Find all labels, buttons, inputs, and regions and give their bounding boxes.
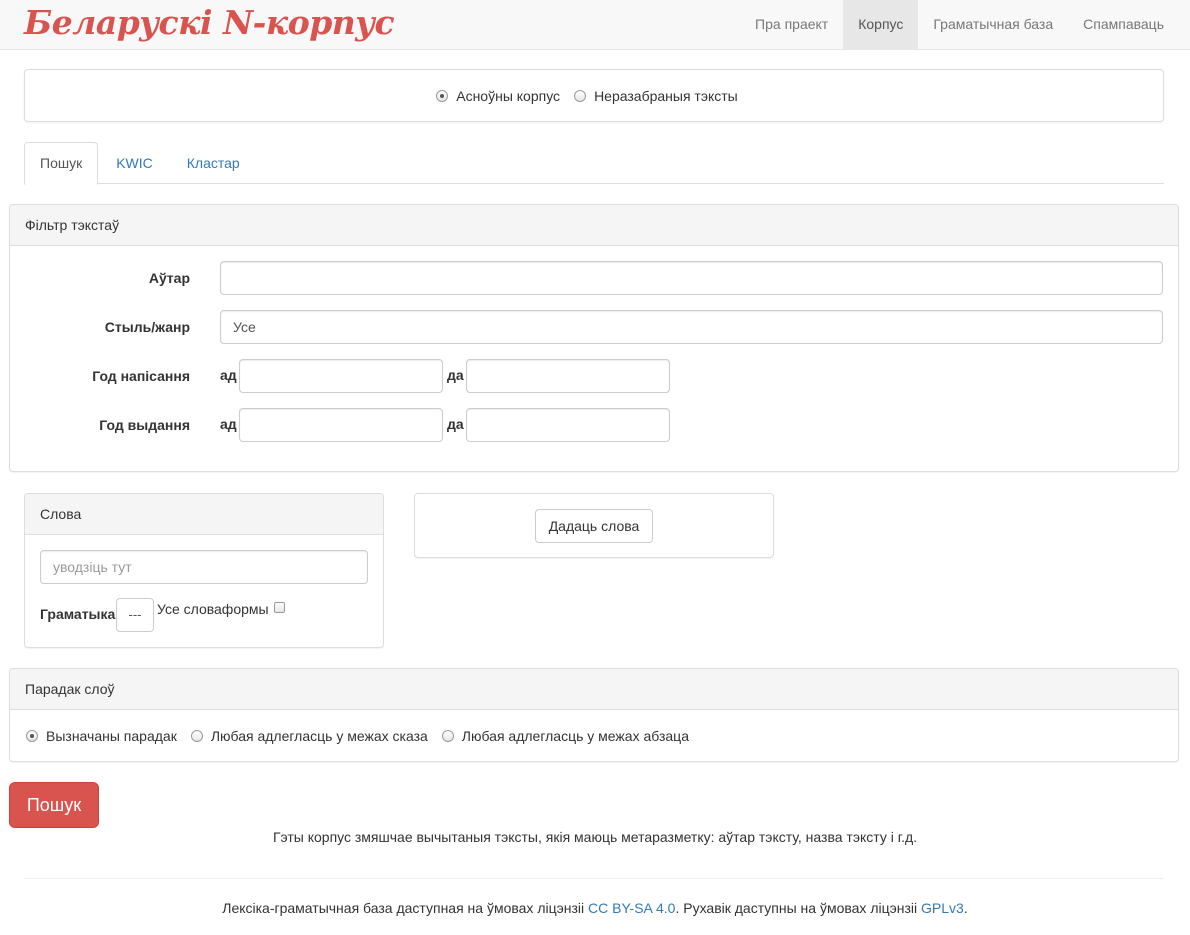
year-published-to-input[interactable]	[466, 408, 670, 442]
style-genre-label: Стыль/жанр	[104, 319, 190, 335]
tab-search[interactable]: Пошук	[24, 142, 99, 185]
cc-license-link[interactable]: CC BY-SA 4.0	[588, 900, 675, 916]
tab-cluster[interactable]: Кластар	[171, 142, 256, 184]
year-written-from-input[interactable]	[239, 359, 443, 393]
filter-panel-heading: Фільтр тэкстаў	[10, 205, 1178, 246]
word-order-option-sentence-label: Любая адлегласць у межах сказа	[210, 728, 428, 744]
grammar-label: Граматыка	[40, 606, 116, 622]
author-label: Аўтар	[148, 270, 190, 286]
all-wordforms-label: Усе словаформы	[157, 601, 269, 617]
word-order-option-fixed[interactable]: Вызначаны парадак	[26, 728, 177, 744]
word-order-options: Вызначаны парадак Любая адлегласць у меж…	[26, 728, 703, 744]
radio-main-corpus[interactable]	[436, 89, 449, 102]
footer: Лексіка-граматычная база даступная на ўм…	[0, 900, 1190, 916]
word-order-option-sentence[interactable]: Любая адлегласць у межах сказа	[190, 728, 428, 744]
year-published-label: Год выдання	[99, 417, 190, 433]
radio-paragraph-distance[interactable]	[441, 730, 454, 742]
year-published-to-label: да	[447, 416, 464, 432]
nav-item-download[interactable]: Спампаваць	[1068, 0, 1179, 49]
word-order-option-paragraph-label: Любая адлегласць у межах абзаца	[461, 728, 689, 744]
nav-item-about[interactable]: Пра праект	[740, 0, 843, 49]
navbar: Беларускі N-корпус Пра праект Корпус Гра…	[0, 0, 1190, 50]
footer-text-1: Лексіка-граматычная база даступная на ўм…	[222, 900, 589, 916]
radio-sentence-distance[interactable]	[190, 730, 203, 742]
grammar-select-button[interactable]: ---	[116, 598, 154, 632]
style-genre-select[interactable]: Усе	[220, 310, 1163, 344]
corpus-selector: Асноўны корпус Неразабраныя тэксты	[24, 69, 1164, 122]
footer-divider	[24, 878, 1164, 879]
all-wordforms-checkbox[interactable]	[274, 602, 285, 613]
nav-item-grammar-db[interactable]: Граматычная база	[918, 0, 1068, 49]
word-input[interactable]: уводзіць тут	[40, 550, 368, 584]
author-input[interactable]	[220, 261, 1163, 295]
add-word-panel: Дадаць слова	[414, 493, 774, 558]
main-nav: Пра праект Корпус Граматычная база Спамп…	[740, 0, 1179, 49]
search-button[interactable]: Пошук	[9, 782, 99, 828]
year-published-from-label: ад	[220, 416, 237, 432]
corpus-option-unparsed[interactable]: Неразабраныя тэксты	[574, 88, 738, 104]
word-order-option-fixed-label: Вызначаны парадак	[46, 728, 177, 744]
word-order-panel: Парадак слоў Вызначаны парадак Любая адл…	[9, 668, 1179, 762]
year-written-to-label: да	[447, 367, 464, 383]
add-word-button[interactable]: Дадаць слова	[535, 509, 653, 543]
tab-kwic[interactable]: KWIC	[100, 142, 169, 184]
radio-fixed-order[interactable]	[26, 730, 38, 742]
footer-text-2: . Рухавік даступны на ўмовах ліцэнзіі	[675, 900, 922, 916]
footer-text-3: .	[963, 900, 968, 916]
word-order-heading: Парадак слоў	[10, 669, 1178, 710]
word-panel: Слова уводзіць тут Граматыка --- Усе сло…	[24, 493, 384, 648]
corpus-note: Гэты корпус змяшчае вычытаныя тэксты, як…	[272, 829, 918, 845]
nav-item-corpus[interactable]: Корпус	[843, 0, 919, 49]
filter-panel: Фільтр тэкстаў Аўтар Стыль/жанр Усе Год …	[9, 204, 1179, 472]
search-tabs: Пошук KWIC Кластар	[24, 142, 1164, 185]
corpus-option-unparsed-label: Неразабраныя тэксты	[594, 87, 738, 104]
word-order-option-paragraph[interactable]: Любая адлегласць у межах абзаца	[441, 728, 689, 744]
brand-logo[interactable]: Беларускі N-корпус	[24, 3, 395, 42]
corpus-option-main-label: Асноўны корпус	[456, 87, 561, 104]
corpus-option-main[interactable]: Асноўны корпус	[436, 88, 560, 104]
year-written-label: Год напісання	[92, 368, 190, 384]
word-panel-heading: Слова	[25, 494, 383, 535]
gpl-license-link[interactable]: GPLv3	[921, 900, 964, 916]
radio-unparsed-texts[interactable]	[574, 89, 587, 102]
year-published-from-input[interactable]	[239, 408, 443, 442]
year-written-to-input[interactable]	[466, 359, 670, 393]
year-written-from-label: ад	[220, 367, 237, 383]
